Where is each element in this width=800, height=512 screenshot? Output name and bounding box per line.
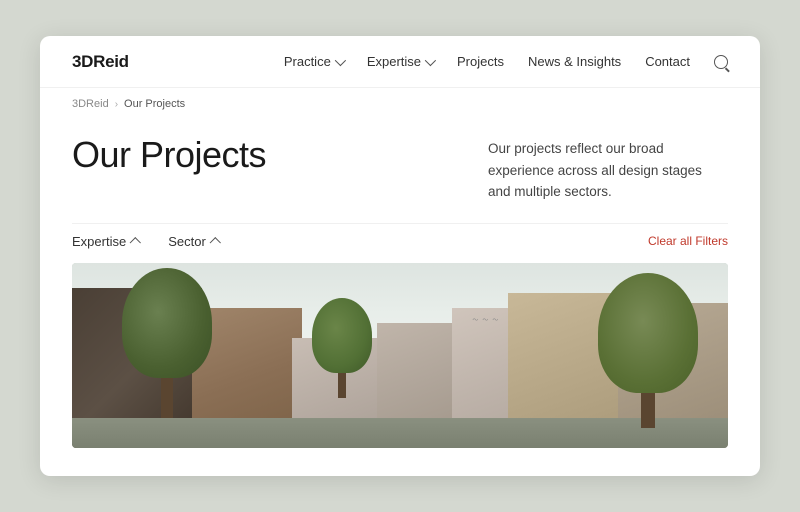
breadcrumb-separator: › [115,99,118,110]
project-image: 〜 〜 〜 [72,263,728,448]
bird-icon: 〜 [482,315,488,324]
filters-bar: Expertise Sector Clear all Filters [72,223,728,263]
browser-window: 3DReid Practice Expertise Projects News … [40,36,760,476]
project-scene: 〜 〜 〜 [72,263,728,448]
breadcrumb: 3DReid › Our Projects [72,88,728,116]
tree-trunk [161,378,173,418]
nav-news[interactable]: News & Insights [528,54,621,69]
breadcrumb-current: Our Projects [124,98,185,110]
search-button[interactable] [714,55,728,69]
filter-buttons: Expertise Sector [72,234,220,249]
tree-canopy [312,298,372,373]
tree-canopy [122,268,212,378]
hero-description: Our projects reflect our broad experienc… [488,138,728,203]
tree-canopy [598,273,698,393]
navbar: 3DReid Practice Expertise Projects News … [40,36,760,88]
tree-center [312,298,372,398]
expertise-filter-button[interactable]: Expertise [72,234,140,249]
nav-practice[interactable]: Practice [284,54,343,69]
nav-projects[interactable]: Projects [457,54,504,69]
search-icon [714,55,728,69]
chevron-up-icon [209,237,220,248]
sector-filter-button[interactable]: Sector [168,234,220,249]
hero-section: Our Projects Our projects reflect our br… [72,116,728,223]
clear-filters-link[interactable]: Clear all Filters [648,234,728,248]
birds: 〜 〜 〜 [472,315,498,324]
page-title: Our Projects [72,134,266,175]
chevron-up-icon [130,237,141,248]
breadcrumb-home[interactable]: 3DReid [72,98,109,110]
bird-icon: 〜 [492,315,498,324]
tree-trunk [641,393,655,428]
main-content: 3DReid › Our Projects Our Projects Our p… [40,88,760,476]
tree-left [122,268,212,418]
nav-links: Practice Expertise Projects News & Insig… [284,54,728,69]
nav-expertise[interactable]: Expertise [367,54,433,69]
tree-right [598,273,698,428]
chevron-down-icon [425,54,436,65]
chevron-down-icon [335,54,346,65]
tree-trunk [338,373,346,398]
bird-icon: 〜 [472,315,478,324]
logo: 3DReid [72,52,129,72]
nav-contact[interactable]: Contact [645,54,690,69]
